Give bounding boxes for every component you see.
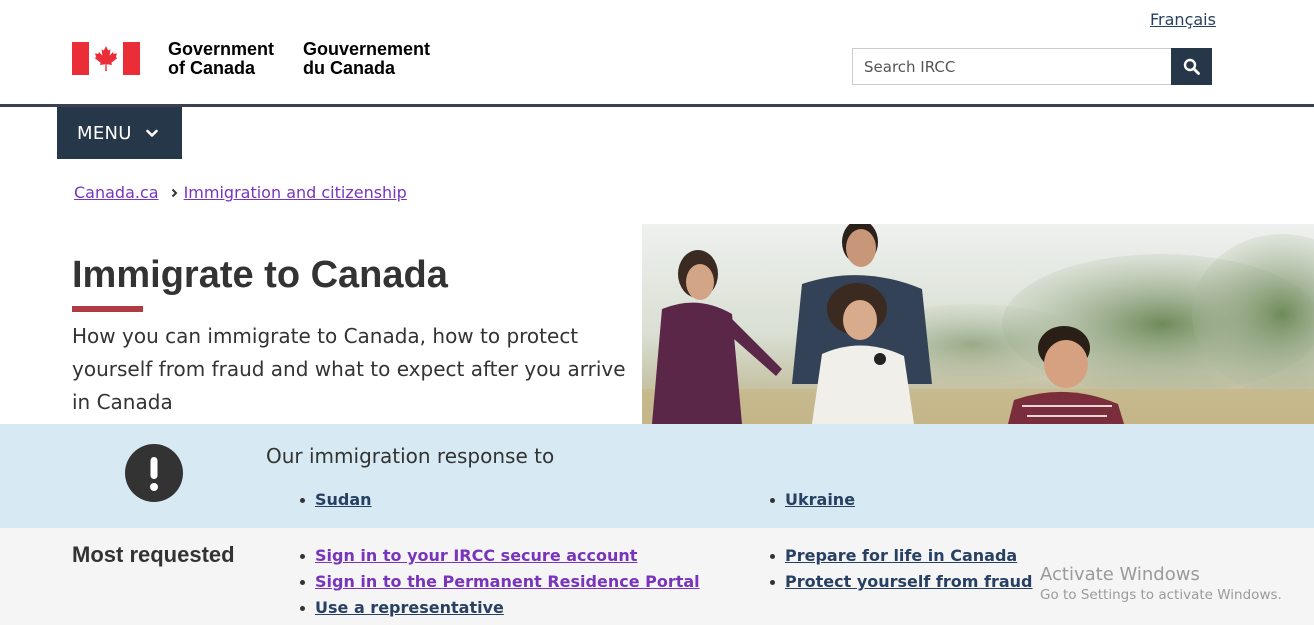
alert-link-sudan[interactable]: Sudan <box>315 490 372 509</box>
page-title: Immigrate to Canada <box>72 254 448 296</box>
breadcrumb-link-immigration[interactable]: Immigration and citizenship <box>184 183 407 202</box>
alert-link-ukraine[interactable]: Ukraine <box>785 490 855 509</box>
alert-links-left: Sudan <box>298 487 372 513</box>
signature-en-line1: Government <box>168 39 275 59</box>
search-form <box>852 48 1212 85</box>
menu-label: MENU <box>77 122 132 144</box>
link-ircc-secure-account[interactable]: Sign in to your IRCC secure account <box>315 546 637 565</box>
list-item: Use a representative <box>298 595 700 621</box>
search-input[interactable] <box>852 48 1172 85</box>
alert-banner <box>0 424 1314 528</box>
site-header: Government of Canada Gouvernement du Can… <box>0 0 1314 104</box>
signature-en-line2: of Canada <box>168 58 256 78</box>
link-use-representative[interactable]: Use a representative <box>315 598 504 617</box>
list-item: Sign in to your IRCC secure account <box>298 543 700 569</box>
list-item: Sudan <box>298 487 372 513</box>
header-divider <box>0 104 1314 107</box>
most-requested-links-left: Sign in to your IRCC secure account Sign… <box>298 543 700 621</box>
watermark-title: Activate Windows <box>1040 564 1200 585</box>
signature-french: Gouvernement du Canada <box>303 40 430 78</box>
alert-heading: Our immigration response to <box>266 444 555 468</box>
chevron-down-icon <box>145 129 158 137</box>
breadcrumb-link-canada[interactable]: Canada.ca <box>74 183 159 202</box>
language-toggle-link[interactable]: Français <box>1150 10 1216 29</box>
most-requested-heading: Most requested <box>72 542 235 567</box>
search-icon <box>1183 58 1200 75</box>
search-button[interactable] <box>1171 48 1212 85</box>
list-item: Sign in to the Permanent Residence Porta… <box>298 569 700 595</box>
alert-links-right: Ukraine <box>768 487 855 513</box>
title-accent-bar <box>72 306 143 312</box>
list-item: Protect yourself from fraud <box>768 569 1032 595</box>
signature-fr-line2: du Canada <box>303 58 396 78</box>
link-prepare-for-life[interactable]: Prepare for life in Canada <box>785 546 1017 565</box>
canada-flag-icon <box>72 42 140 75</box>
menu-button[interactable]: MENU <box>57 107 182 159</box>
signature-fr-line1: Gouvernement <box>303 39 431 59</box>
list-item: Ukraine <box>768 487 855 513</box>
most-requested-links-right: Prepare for life in Canada Protect yours… <box>768 543 1032 595</box>
page-description: How you can immigrate to Canada, how to … <box>72 324 626 414</box>
link-protect-from-fraud[interactable]: Protect yourself from fraud <box>785 572 1032 591</box>
watermark-subtitle: Go to Settings to activate Windows. <box>1040 587 1282 603</box>
link-permanent-residence-portal[interactable]: Sign in to the Permanent Residence Porta… <box>315 572 700 591</box>
list-item: Prepare for life in Canada <box>768 543 1032 569</box>
hero-family-photo <box>642 224 1314 424</box>
signature-english: Government of Canada <box>168 40 274 78</box>
exclamation-circle-icon <box>125 444 183 502</box>
breadcrumb: Canada.ca Immigration and citizenship <box>74 183 407 202</box>
activate-windows-watermark: Activate Windows Go to Settings to activ… <box>1040 564 1282 604</box>
chevron-right-icon <box>171 188 178 198</box>
